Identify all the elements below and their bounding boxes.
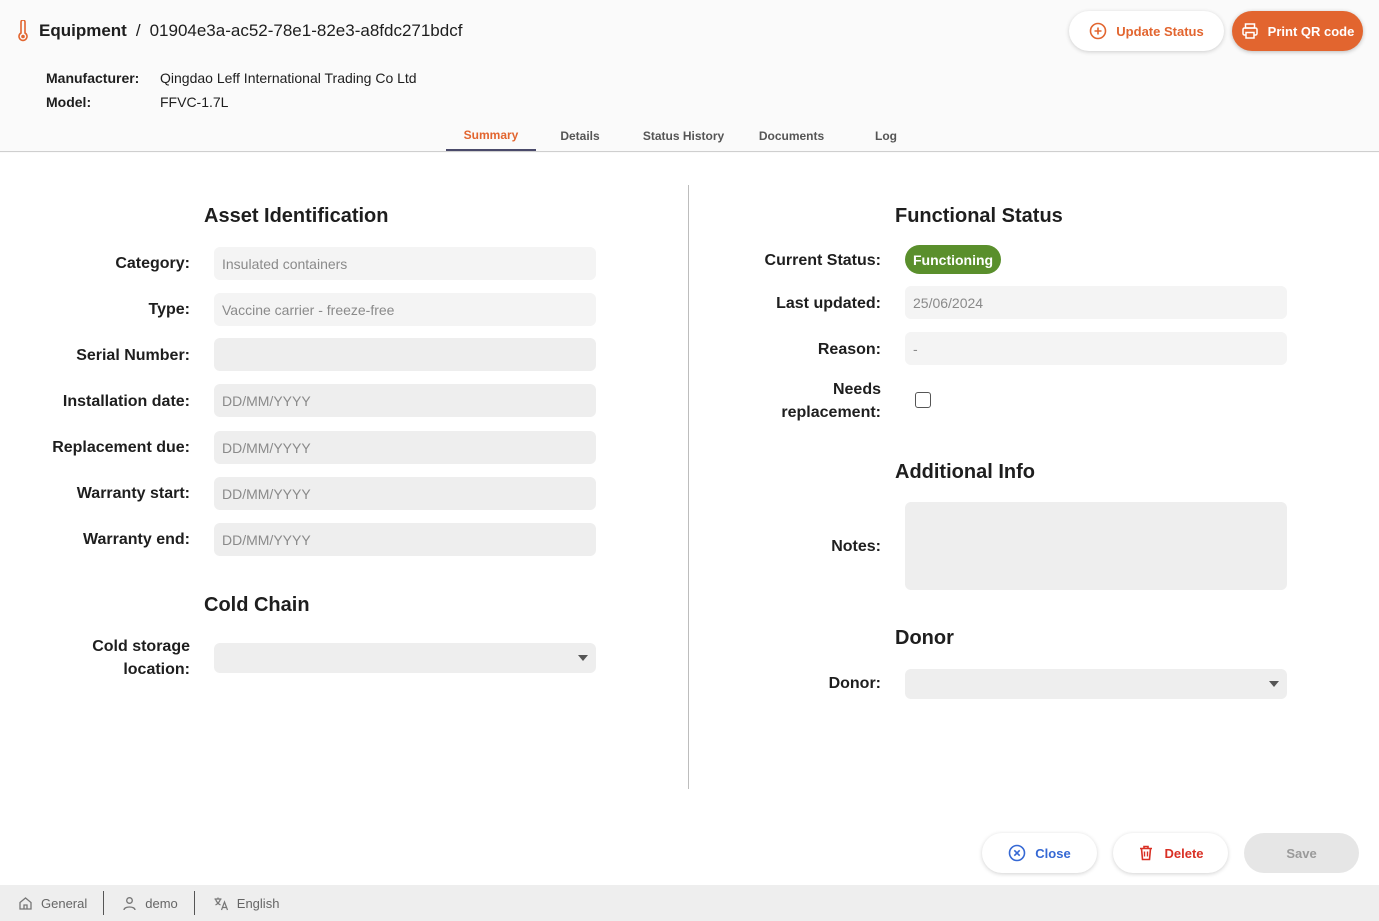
cold-chain-title: Cold Chain bbox=[204, 594, 310, 616]
manufacturer-label: Manufacturer: bbox=[46, 70, 140, 86]
type-label: Type: bbox=[148, 301, 190, 318]
warranty-start-input[interactable]: DD/MM/YYYY bbox=[214, 477, 596, 510]
cold-storage-label-line2: location: bbox=[123, 661, 190, 678]
delete-button[interactable]: Delete bbox=[1113, 833, 1228, 873]
cold-storage-location-label: Cold storage location: bbox=[92, 635, 190, 681]
language-name: English bbox=[236, 895, 280, 911]
replacement-due-label: Replacement due: bbox=[52, 439, 190, 456]
notes-textarea[interactable] bbox=[905, 502, 1287, 590]
installation-date-label: Installation date: bbox=[62, 393, 190, 410]
last-updated-field: 25/06/2024 bbox=[905, 286, 1287, 319]
tab-status-history[interactable]: Status History bbox=[628, 120, 739, 151]
tab-summary[interactable]: Summary bbox=[446, 120, 536, 151]
serial-number-label: Serial Number: bbox=[76, 347, 190, 364]
breadcrumb: Equipment / 01904e3a-ac52-78e1-82e3-a8fd… bbox=[16, 20, 462, 42]
type-field: Vaccine carrier - freeze-free bbox=[214, 293, 596, 326]
user-menu[interactable]: demo bbox=[104, 891, 194, 915]
home-icon bbox=[19, 896, 32, 910]
last-updated-label: Last updated: bbox=[776, 295, 881, 312]
needs-replacement-line1: Needs bbox=[832, 381, 881, 398]
warranty-start-label: Warranty start: bbox=[76, 485, 190, 502]
serial-number-input[interactable] bbox=[214, 338, 596, 371]
reason-label: Reason: bbox=[817, 341, 881, 358]
reason-field: - bbox=[905, 332, 1287, 365]
close-button[interactable]: Close bbox=[982, 833, 1097, 873]
model-label: Model: bbox=[46, 94, 92, 110]
asset-identification-title: Asset Identification bbox=[204, 205, 389, 227]
language-selector[interactable]: English bbox=[195, 891, 296, 915]
warranty-end-input[interactable]: DD/MM/YYYY bbox=[214, 523, 596, 556]
page-header: Equipment / 01904e3a-ac52-78e1-82e3-a8fd… bbox=[0, 0, 1379, 152]
manufacturer-value: Qingdao Leff International Trading Co Lt… bbox=[160, 70, 417, 86]
tab-log[interactable]: Log bbox=[860, 120, 912, 151]
breadcrumb-separator: / bbox=[135, 21, 141, 40]
installation-date-input[interactable]: DD/MM/YYYY bbox=[214, 384, 596, 417]
store-name: General bbox=[41, 895, 88, 911]
warranty-end-label: Warranty end: bbox=[83, 531, 190, 548]
needs-replacement-label: Needs replacement: bbox=[781, 378, 881, 424]
tab-details[interactable]: Details bbox=[545, 120, 615, 151]
functional-status-title: Functional Status bbox=[895, 205, 1063, 227]
print-qr-label: Print QR code bbox=[1267, 23, 1355, 39]
donor-title: Donor bbox=[895, 627, 954, 649]
plus-circle-icon bbox=[1089, 22, 1107, 40]
column-divider bbox=[688, 185, 689, 789]
thermometer-icon bbox=[18, 20, 28, 42]
chevron-down-icon bbox=[578, 655, 588, 661]
print-qr-button[interactable]: Print QR code bbox=[1232, 11, 1363, 51]
donor-label: Donor: bbox=[828, 675, 881, 692]
close-label: Close bbox=[1035, 845, 1071, 861]
cold-storage-label-line1: Cold storage bbox=[92, 638, 190, 655]
delete-label: Delete bbox=[1164, 845, 1204, 861]
chevron-down-icon bbox=[1269, 681, 1279, 687]
save-button[interactable]: Save bbox=[1244, 833, 1359, 873]
summary-panel: Asset Identification Category: Insulated… bbox=[0, 153, 1379, 885]
cold-storage-location-select[interactable] bbox=[214, 643, 596, 673]
close-circle-icon bbox=[1008, 844, 1026, 862]
needs-replacement-checkbox[interactable] bbox=[915, 392, 931, 408]
category-label: Category: bbox=[115, 255, 190, 272]
notes-label: Notes: bbox=[831, 538, 881, 555]
tab-documents[interactable]: Documents bbox=[746, 120, 837, 151]
current-status-label: Current Status: bbox=[764, 252, 881, 269]
translate-icon bbox=[214, 897, 228, 910]
asset-id: 01904e3a-ac52-78e1-82e3-a8fdc271bdcf bbox=[149, 21, 463, 40]
status-badge: Functioning bbox=[905, 245, 1002, 274]
user-name: demo bbox=[145, 895, 178, 911]
store-selector[interactable]: General bbox=[0, 891, 103, 915]
status-bar: General demo English bbox=[0, 885, 1379, 921]
tab-bar: Summary Details Status History Documents… bbox=[0, 120, 1379, 152]
model-value: FFVC-1.7L bbox=[160, 94, 229, 110]
replacement-due-input[interactable]: DD/MM/YYYY bbox=[214, 431, 596, 464]
update-status-button[interactable]: Update Status bbox=[1069, 11, 1224, 51]
donor-select[interactable] bbox=[905, 669, 1287, 699]
asset-meta: Manufacturer: Qingdao Leff International… bbox=[46, 66, 417, 114]
update-status-label: Update Status bbox=[1116, 23, 1204, 39]
printer-icon bbox=[1241, 23, 1258, 39]
trash-icon bbox=[1140, 845, 1153, 861]
category-field: Insulated containers bbox=[214, 247, 596, 280]
needs-replacement-line2: replacement: bbox=[781, 404, 881, 421]
breadcrumb-section[interactable]: Equipment bbox=[39, 21, 127, 41]
additional-info-title: Additional Info bbox=[895, 461, 1035, 483]
user-icon bbox=[123, 896, 136, 910]
